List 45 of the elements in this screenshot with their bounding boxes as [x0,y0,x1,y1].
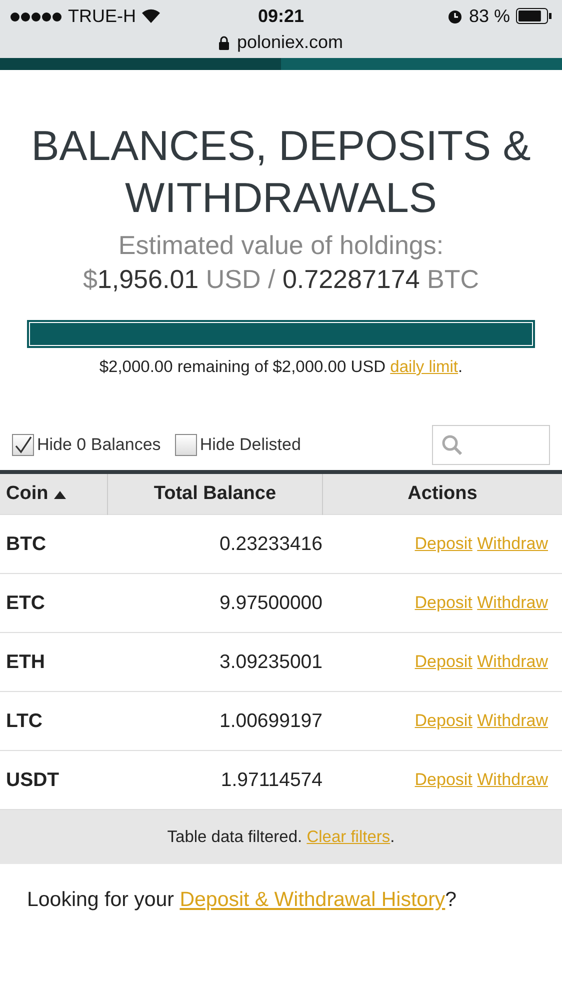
table-cell: BTC [0,514,108,574]
action-link[interactable]: Deposit [414,593,472,612]
carrier-name: TRUE-H [68,6,136,26]
column-header[interactable]: Total Balance [108,472,322,514]
wifi-icon [142,9,160,23]
table-cell: ETC [0,574,108,632]
table-cell: 0.23233416 [108,514,322,574]
filter-notice: Table data filtered. Clear filters. [0,809,562,864]
daily-limit-link[interactable]: daily limit [390,358,458,376]
column-header[interactable]: Coin [0,472,108,514]
action-link[interactable]: Withdraw [477,770,548,789]
checkbox-label: Hide Delisted [200,435,301,455]
action-link[interactable]: Deposit [414,711,472,730]
alarm-clock-icon [446,8,463,24]
action-link[interactable]: Withdraw [477,652,548,671]
lock-icon [218,36,229,50]
battery-percent: 83 % [468,6,510,26]
table-cell: 9.97500000 [108,574,322,632]
table-cell: 1.00699197 [108,692,322,750]
table-cell: 3.09235001 [108,632,322,692]
holdings-value: $1,956.01 USD / 0.72287174 BTC [82,263,480,296]
action-link[interactable]: Withdraw [477,534,548,553]
clear-filters-link[interactable]: Clear filters [306,828,390,846]
history-link[interactable]: Deposit & Withdrawal History [180,888,446,911]
holdings-label: Estimated value of holdings: [117,229,445,262]
action-link[interactable]: Deposit [414,534,472,553]
checkbox[interactable] [12,434,34,456]
action-link[interactable]: Deposit [414,770,472,789]
table-cell: ETH [0,632,108,692]
checkbox-label: Hide 0 Balances [37,435,161,455]
column-header[interactable]: Actions [322,472,562,514]
action-link[interactable]: Withdraw [477,593,548,612]
page-title: BALANCES, DEPOSITS & WITHDRAWALS [30,121,532,223]
limit-text: $2,000.00 remaining of $2,000.00 USD daily limit. [98,358,464,377]
address-url[interactable]: poloniex.com [236,32,344,53]
battery-icon [516,8,552,24]
search-icon [441,434,463,456]
search-field[interactable] [432,425,550,465]
table-cell: LTC [0,692,108,750]
action-link[interactable]: Deposit [414,652,472,671]
clock-time: 09:21 [258,6,304,26]
action-link[interactable]: Withdraw [477,711,548,730]
sort-up-icon [54,491,66,499]
checkbox[interactable] [174,434,197,456]
history-prompt: Looking for your Deposit & Withdrawal History? [26,887,458,912]
